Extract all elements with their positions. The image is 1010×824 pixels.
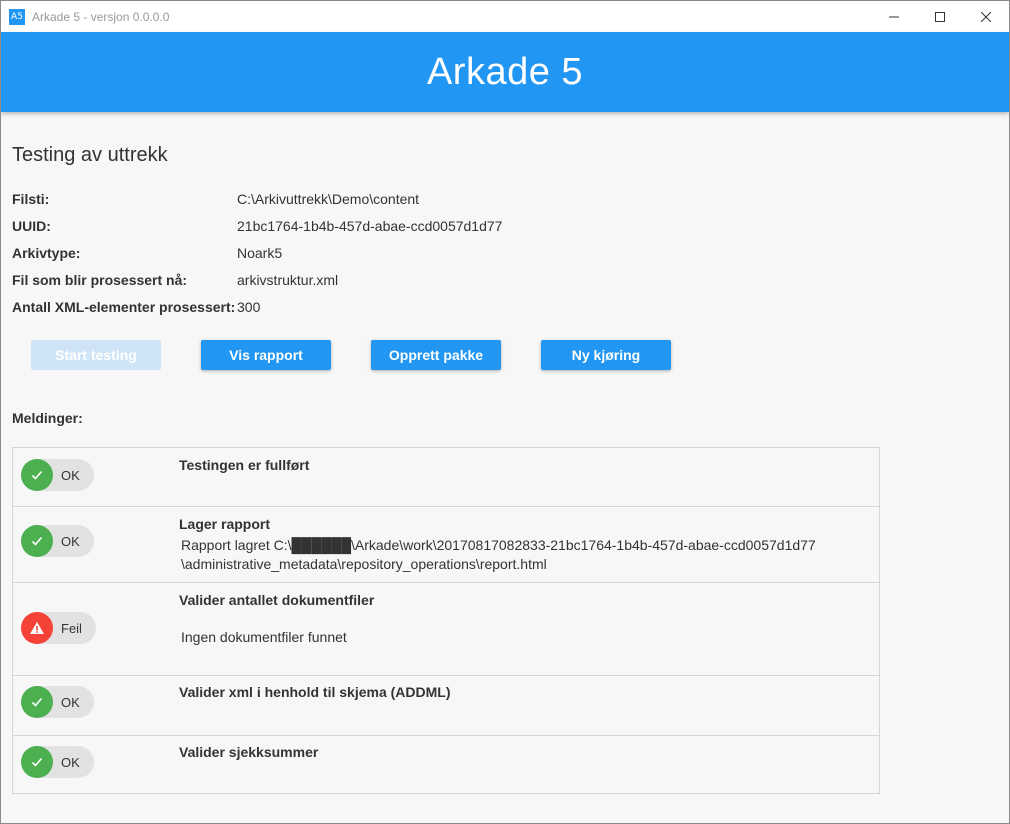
app-title: Arkade 5 <box>426 50 584 93</box>
status-text: OK <box>61 754 80 770</box>
status-text: OK <box>61 694 80 710</box>
info-value: 300 <box>237 299 261 315</box>
app-window: A5 Arkade 5 - versjon 0.0.0.0 Arkade 5 T… <box>0 0 1010 824</box>
status-text: OK <box>61 533 80 549</box>
create-package-button[interactable]: Opprett pakke <box>371 340 501 370</box>
info-row-xml-count: Antall XML-elementer prosessert: 300 <box>12 299 260 315</box>
status-chip: OK <box>21 459 94 491</box>
check-icon <box>21 686 53 718</box>
check-icon <box>21 525 53 557</box>
status-chip: OK <box>21 746 94 778</box>
info-row-filsti: Filsti: C:\Arkivuttrekk\Demo\content <box>12 191 419 207</box>
new-run-button[interactable]: Ny kjøring <box>541 340 671 370</box>
message-line: \administrative_metadata\repository_oper… <box>181 556 547 572</box>
title-bar[interactable]: A5 Arkade 5 - versjon 0.0.0.0 <box>1 1 1009 32</box>
app-icon: A5 <box>9 8 25 25</box>
message-body: Rapport lagret C:\██████\Arkade\work\201… <box>181 536 816 574</box>
maximize-button[interactable] <box>917 1 963 32</box>
info-value: C:\Arkivuttrekk\Demo\content <box>237 191 420 207</box>
info-row-arkivtype: Arkivtype: Noark5 <box>12 245 282 261</box>
message-title: Valider xml i henhold til skjema (ADDML) <box>179 684 451 700</box>
status-chip: Feil <box>21 612 96 644</box>
list-item: OK Testingen er fullført <box>12 447 880 507</box>
message-title: Lager rapport <box>179 516 271 532</box>
list-item: OK Valider sjekksummer <box>12 735 880 794</box>
info-value: arkivstruktur.xml <box>237 272 339 288</box>
close-icon <box>981 11 991 22</box>
message-line: Rapport lagret C:\██████\Arkade\work\201… <box>181 537 816 553</box>
info-label: Filsti: <box>12 191 50 207</box>
info-row-current-file: Fil som blir prosessert nå: arkivstruktu… <box>12 272 338 288</box>
app-header: Arkade 5 <box>1 32 1009 112</box>
status-chip: OK <box>21 686 94 718</box>
list-item: OK Valider xml i henhold til skjema (ADD… <box>12 675 880 736</box>
message-title: Valider sjekksummer <box>179 744 319 760</box>
page-title: Testing av uttrekk <box>12 144 168 166</box>
start-testing-button[interactable]: Start testing <box>31 340 161 370</box>
info-label: Arkivtype: <box>12 245 81 261</box>
info-value: Noark5 <box>237 245 283 261</box>
info-value: 21bc1764-1b4b-457d-abae-ccd0057d1d77 <box>237 218 503 234</box>
check-icon <box>21 746 53 778</box>
window-controls <box>871 1 1009 32</box>
messages-label: Meldinger: <box>12 410 83 426</box>
list-item: OK Lager rapport Rapport lagret C:\█████… <box>12 506 880 583</box>
warning-icon <box>21 612 53 644</box>
message-line: Ingen dokumentfiler funnet <box>181 629 347 645</box>
info-label: Fil som blir prosessert nå: <box>12 272 188 288</box>
message-title: Valider antallet dokumentfiler <box>179 592 375 608</box>
info-label: Antall XML-elementer prosessert: <box>12 299 236 315</box>
info-row-uuid: UUID: 21bc1764-1b4b-457d-abae-ccd0057d1d… <box>12 218 502 234</box>
message-body: Ingen dokumentfiler funnet <box>181 628 347 647</box>
status-chip: OK <box>21 525 94 557</box>
minimize-icon <box>889 16 899 17</box>
window-title: Arkade 5 - versjon 0.0.0.0 <box>32 9 170 24</box>
view-report-button[interactable]: Vis rapport <box>201 340 331 370</box>
message-list[interactable]: OK Testingen er fullført OK Lager rappor… <box>12 447 880 794</box>
message-title: Testingen er fullført <box>179 457 310 473</box>
list-item: Feil Valider antallet dokumentfiler Inge… <box>12 582 880 676</box>
maximize-icon <box>935 11 945 22</box>
close-button[interactable] <box>963 1 1009 32</box>
minimize-button[interactable] <box>871 1 917 32</box>
check-icon <box>21 459 53 491</box>
status-text: OK <box>61 467 80 483</box>
info-label: UUID: <box>12 218 51 234</box>
status-text: Feil <box>61 620 82 636</box>
